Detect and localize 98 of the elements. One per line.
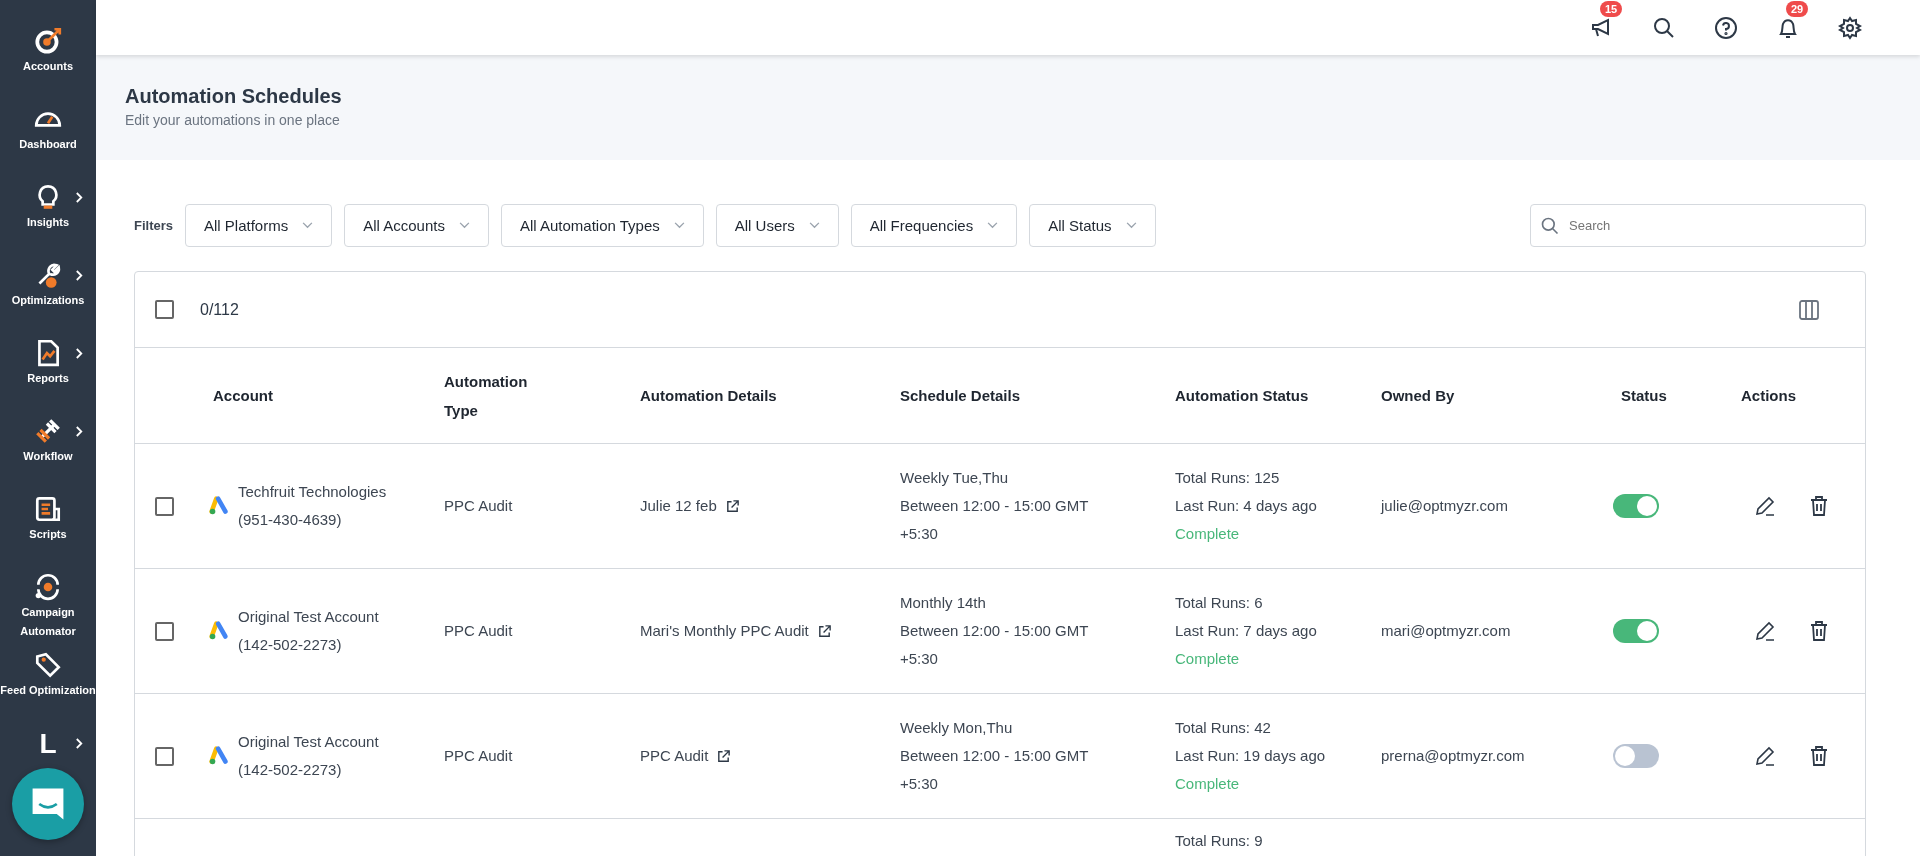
column-header: Status (1621, 386, 1668, 406)
columns-icon[interactable] (1797, 297, 1821, 322)
last-run: Last Run: 7 days ago (1175, 621, 1318, 641)
last-run: Last Run: 4 days ago (1175, 496, 1318, 516)
sidebar-item[interactable]: L (39, 728, 57, 760)
notification-badge: 15 (1600, 0, 1623, 17)
account-id: (142-502-2273) (238, 760, 343, 780)
chevron-right-icon[interactable] (75, 269, 84, 282)
search-icon[interactable] (1652, 15, 1676, 40)
last-run: Last Run: 19 days ago (1175, 746, 1327, 766)
column-header: Actions (1741, 386, 1797, 406)
external-link-icon[interactable] (716, 748, 732, 764)
column-header: Schedule Details (900, 386, 1022, 406)
column-header: Automation Type (444, 371, 529, 421)
filter-dropdown[interactable]: All Accounts (344, 204, 489, 247)
edit-icon[interactable] (1753, 744, 1777, 768)
filter-dropdown[interactable]: All Status (1029, 204, 1156, 247)
help-icon[interactable] (1714, 15, 1738, 40)
automation-link[interactable]: PPC Audit (640, 742, 709, 770)
filter-dropdown[interactable]: All Users (715, 204, 839, 247)
schedule-window: Between 12:00 - 15:00 GMT +5:30 (900, 492, 1120, 548)
settings-icon[interactable] (1838, 15, 1862, 40)
column-header: Automation Status (1175, 386, 1310, 406)
automation-link[interactable]: Julie 12 feb (640, 492, 717, 520)
total-runs: Total Runs: 42 (1175, 718, 1272, 738)
ads-logo-icon (208, 495, 230, 517)
chevron-right-icon[interactable] (75, 191, 84, 204)
table-cell-text: PPC Audit (444, 621, 514, 641)
total-runs: Total Runs: 125 (1175, 468, 1281, 488)
select-all-checkbox[interactable] (155, 300, 174, 319)
schedule-frequency: Weekly Tue,Thu (900, 468, 1010, 488)
status-toggle[interactable] (1613, 619, 1659, 643)
total-runs: Total Runs: 6 (1175, 593, 1264, 613)
external-link-icon[interactable] (724, 498, 740, 514)
sidebar-item[interactable]: Reports (27, 369, 69, 388)
chevron-right-icon[interactable] (75, 737, 84, 750)
chevron-down-icon (1125, 222, 1137, 229)
notification-badge: 29 (1786, 0, 1809, 17)
page-title: Automation Schedules (125, 85, 343, 108)
account-id: (951-430-4639) (238, 510, 343, 530)
automation-link[interactable]: Mari's Monthly PPC Audit (640, 617, 809, 645)
chevron-down-icon (673, 222, 685, 229)
owner-email: julie@optmyzr.com (1381, 496, 1509, 516)
target-icon[interactable] (33, 26, 63, 56)
edit-icon[interactable] (1753, 619, 1777, 643)
edit-icon[interactable] (1753, 494, 1777, 518)
run-result: Complete (1175, 524, 1241, 544)
selection-count: 0/112 (200, 300, 239, 319)
chevron-right-icon[interactable] (75, 425, 84, 438)
row-checkbox[interactable] (155, 621, 174, 641)
row-checkbox[interactable] (155, 746, 174, 766)
chevron-down-icon (808, 222, 820, 229)
filter-dropdown[interactable]: All Platforms (185, 204, 333, 247)
document-icon[interactable] (33, 494, 63, 524)
sidebar-item[interactable]: Optimizations (11, 291, 85, 310)
account-name: Techfruit Technologies (238, 482, 387, 502)
status-toggle[interactable] (1613, 744, 1659, 768)
run-result: Complete (1175, 774, 1241, 794)
tag-icon[interactable] (33, 650, 63, 680)
sidebar-item[interactable]: Scripts (29, 525, 67, 544)
filter-dropdown[interactable]: All Automation Types (500, 204, 704, 247)
sidebar-item[interactable]: Workflow (23, 447, 73, 466)
sidebar-item[interactable]: Feed Optimization (0, 681, 96, 700)
account-name: Original Test Account (238, 607, 379, 627)
external-link-icon[interactable] (816, 623, 832, 639)
ads-logo-icon (208, 745, 230, 767)
table-cell-text: PPC Audit (444, 746, 514, 766)
schedule-frequency: Monthly 14th (900, 593, 987, 613)
owner-email: prerna@optmyzr.com (1381, 746, 1526, 766)
sidebar-item[interactable]: Dashboard (19, 135, 77, 154)
schedule-window: Between 12:00 - 15:00 GMT +5:30 (900, 742, 1120, 798)
schedule-frequency: Weekly Mon,Thu (900, 718, 1014, 738)
column-header: Account (213, 386, 274, 406)
sidebar-item[interactable]: Insights (26, 213, 70, 232)
search-field[interactable]: Search (1530, 204, 1866, 247)
chevron-right-icon[interactable] (75, 347, 84, 360)
dumbbell-icon[interactable] (33, 416, 63, 446)
filters-label: Filters (134, 218, 173, 233)
ads-logo-icon (208, 620, 230, 642)
owner-email: mari@optmyzr.com (1381, 621, 1512, 641)
account-id: (142-502-2273) (238, 635, 343, 655)
page-subtitle: Edit your automations in one place (125, 112, 341, 128)
column-header: Automation Details (640, 386, 778, 406)
sidebar-item[interactable]: Accounts (22, 57, 74, 76)
sidebar-item[interactable]: Campaign Automator (0, 603, 96, 641)
chat-button[interactable] (12, 768, 84, 840)
table-cell-text: PPC Audit (444, 496, 514, 516)
chevron-down-icon (302, 222, 314, 229)
column-header: Owned By (1381, 386, 1456, 406)
status-toggle[interactable] (1613, 494, 1659, 518)
account-name: Original Test Account (238, 732, 379, 752)
run-result: Complete (1175, 649, 1241, 669)
total-runs: Total Runs: 9 (1175, 831, 1264, 851)
filter-dropdown[interactable]: All Frequencies (850, 204, 1018, 247)
schedule-window: Between 12:00 - 15:00 GMT +5:30 (900, 617, 1120, 673)
chevron-down-icon (458, 222, 470, 229)
chevron-down-icon (987, 222, 999, 229)
row-checkbox[interactable] (155, 496, 174, 516)
